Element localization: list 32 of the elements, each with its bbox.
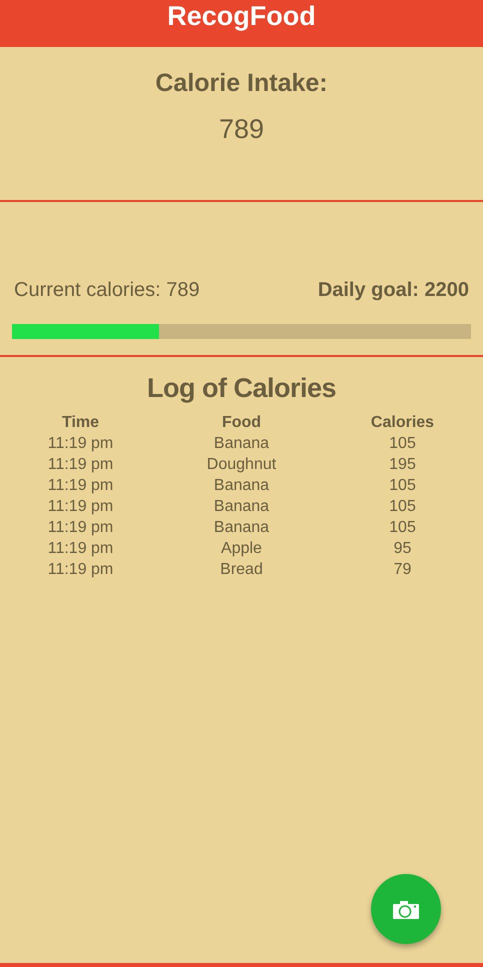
table-cell: Banana [214, 519, 270, 537]
table-cell: 105 [389, 498, 416, 516]
table-cell: Doughnut [206, 456, 276, 474]
table-cell: 11:19 pm [48, 456, 114, 474]
table-cell: Banana [214, 498, 270, 516]
table-cell: 79 [394, 561, 412, 579]
column-header: Food [222, 414, 262, 432]
table-cell: Banana [214, 477, 270, 495]
table-cell: 11:19 pm [48, 561, 114, 579]
table-cell: 195 [389, 456, 416, 474]
table-cell: 95 [394, 540, 412, 558]
intake-value: 789 [218, 114, 264, 145]
log-title: Log of Calories [146, 373, 337, 404]
table-cell: Apple [221, 540, 262, 558]
app-title: RecogFood [167, 1, 316, 32]
camera-icon [392, 898, 420, 920]
table-cell: Bread [220, 561, 263, 579]
table-cell: 11:19 pm [48, 498, 114, 516]
camera-button[interactable] [371, 874, 441, 944]
column-header: Time [62, 414, 100, 432]
table-cell: Banana [214, 435, 270, 453]
table-cell: 11:19 pm [48, 540, 114, 558]
daily-goal: Daily goal: 2200 [318, 279, 469, 302]
table-cell: 105 [389, 435, 416, 453]
current-calories: Current calories: 789 [14, 279, 200, 302]
table-cell: 11:19 pm [48, 435, 114, 453]
table-cell: 105 [389, 519, 416, 537]
table-cell: 11:19 pm [48, 519, 114, 537]
column-header: Calories [370, 414, 434, 432]
intake-label: Calorie Intake: [155, 69, 328, 98]
table-cell: 11:19 pm [48, 477, 114, 495]
table-cell: 105 [389, 477, 416, 495]
